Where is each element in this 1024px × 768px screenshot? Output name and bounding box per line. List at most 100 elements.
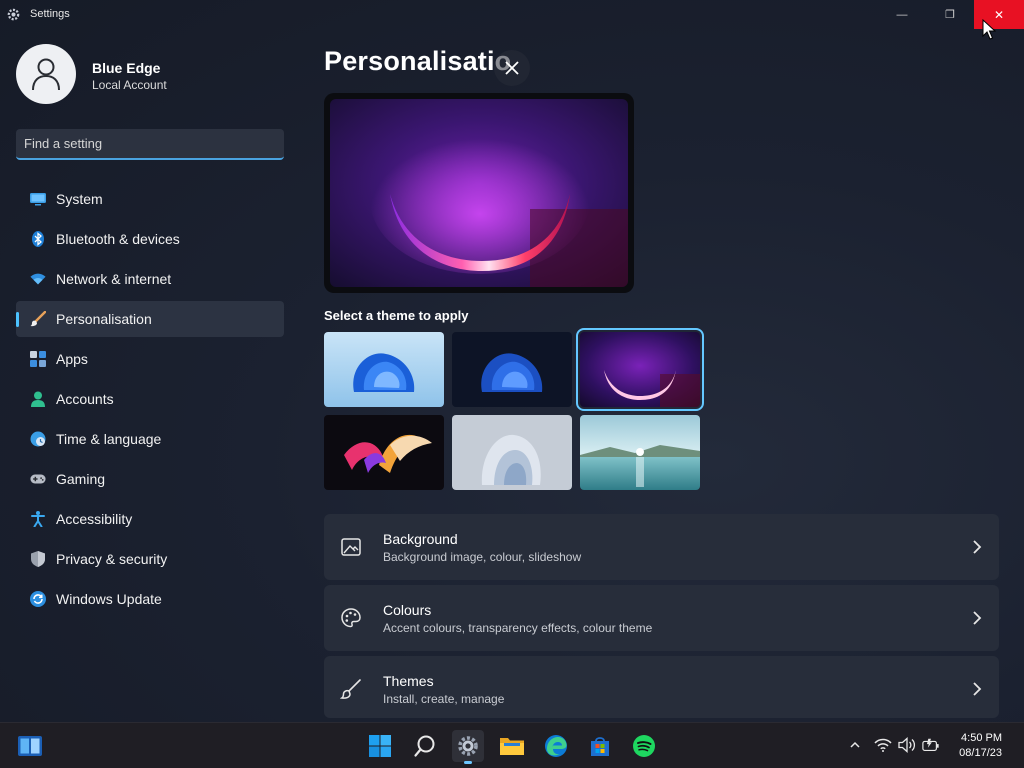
search-input[interactable] (16, 129, 284, 158)
sidebar-item-time-language[interactable]: Time & language (16, 421, 284, 457)
volume-tray-button[interactable] (898, 736, 916, 754)
wifi-icon (874, 738, 892, 752)
search-box (16, 129, 284, 160)
taskbar-search-button[interactable] (409, 730, 441, 762)
battery-icon (922, 738, 939, 751)
sidebar-item-label: Bluetooth & devices (56, 231, 180, 247)
card-title: Themes (383, 673, 434, 689)
widgets-button[interactable] (16, 732, 44, 760)
theme-tile-dark-bloom[interactable] (452, 332, 572, 407)
settings-gear-icon (7, 8, 20, 21)
sidebar-item-apps[interactable]: Apps (16, 341, 284, 377)
settings-gear-icon (458, 736, 478, 756)
sidebar-item-label: Apps (56, 351, 88, 367)
sidebar-nav: System Bluetooth & devices Network & int… (16, 181, 284, 621)
card-subtitle: Accent colours, transparency effects, co… (383, 621, 653, 635)
card-title: Colours (383, 602, 432, 618)
minimize-icon: — (896, 8, 908, 21)
sidebar-item-network[interactable]: Network & internet (16, 261, 284, 297)
sidebar-item-label: Accounts (56, 391, 114, 407)
chevron-right-icon (973, 611, 982, 625)
accessibility-icon (30, 511, 46, 527)
gamepad-icon (30, 471, 46, 487)
network-tray-button[interactable] (874, 736, 892, 754)
volume-icon (898, 737, 916, 753)
theme-preview (324, 93, 634, 293)
sidebar-item-label: Time & language (56, 431, 162, 447)
background-card[interactable]: Background Background image, colour, sli… (324, 514, 999, 580)
page-title: Personalisatio (324, 46, 512, 76)
restore-icon: ❐ (945, 9, 955, 21)
sidebar-item-privacy-security[interactable]: Privacy & security (16, 541, 284, 577)
apps-icon (30, 351, 46, 367)
chevron-right-icon (973, 682, 982, 696)
bluetooth-icon (30, 231, 46, 247)
clock-globe-icon (30, 431, 46, 447)
brush-icon (30, 311, 46, 327)
sidebar-item-label: Network & internet (56, 271, 172, 287)
theme-tile-soft-flow[interactable] (452, 415, 572, 490)
system-icon (30, 191, 46, 207)
card-subtitle: Install, create, manage (383, 692, 505, 706)
avatar[interactable] (16, 44, 76, 104)
title-bar: Settings — ❐ ✕ (0, 0, 1024, 30)
card-title: Background (383, 531, 458, 547)
image-icon (341, 538, 361, 556)
taskbar-store-button[interactable] (584, 730, 616, 762)
sidebar-item-personalisation[interactable]: Personalisation (16, 301, 284, 337)
spotify-icon (633, 735, 655, 757)
store-icon (591, 737, 609, 756)
wallpaper-preview-image (330, 99, 628, 287)
theme-tile-captured-motion[interactable] (324, 415, 444, 490)
taskbar-clock[interactable]: 4:50 PM 08/17/23 (959, 731, 1002, 761)
taskbar-start-button[interactable] (364, 730, 396, 762)
theme-section-heading: Select a theme to apply (324, 308, 469, 323)
colours-card[interactable]: Colours Accent colours, transparency eff… (324, 585, 999, 651)
settings-window: Settings — ❐ ✕ Blue Edge Local Account S… (0, 0, 1024, 722)
edge-browser-icon (545, 735, 567, 757)
sidebar-item-bluetooth[interactable]: Bluetooth & devices (16, 221, 284, 257)
shield-icon (30, 551, 46, 567)
maximize-button[interactable]: ❐ (926, 0, 974, 29)
chevron-right-icon (973, 540, 982, 554)
sidebar-item-windows-update[interactable]: Windows Update (16, 581, 284, 617)
close-icon (505, 61, 519, 75)
sidebar-item-label: Accessibility (56, 511, 133, 527)
folder-icon (500, 738, 524, 755)
taskbar-file-explorer-button[interactable] (496, 730, 528, 762)
sidebar-item-label: Privacy & security (56, 551, 168, 567)
taskbar-settings-button[interactable] (452, 730, 484, 764)
brush-icon (340, 679, 361, 699)
clock-time: 4:50 PM (961, 732, 1002, 744)
theme-tile-glow-arc[interactable] (576, 328, 704, 411)
minimize-button[interactable]: — (878, 0, 926, 29)
themes-card[interactable]: Themes Install, create, manage (324, 656, 999, 718)
sidebar-item-accessibility[interactable]: Accessibility (16, 501, 284, 537)
taskbar-spotify-button[interactable] (628, 730, 660, 762)
sidebar-item-label: Personalisation (56, 311, 152, 327)
sidebar-item-system[interactable]: System (16, 181, 284, 217)
window-title: Settings (30, 8, 70, 20)
sidebar-item-gaming[interactable]: Gaming (16, 461, 284, 497)
battery-tray-button[interactable] (922, 736, 940, 754)
card-subtitle: Background image, colour, slideshow (383, 550, 582, 564)
windows-logo-icon (369, 735, 391, 757)
theme-grid (324, 328, 704, 492)
profile-account-type: Local Account (92, 78, 167, 92)
taskbar-edge-button[interactable] (540, 730, 572, 762)
sidebar-item-accounts[interactable]: Accounts (16, 381, 284, 417)
taskbar: 4:50 PM 08/17/23 (0, 722, 1024, 768)
profile-name: Blue Edge (92, 60, 161, 76)
palette-icon (341, 608, 361, 628)
user-icon (32, 58, 60, 91)
search-icon (414, 735, 435, 757)
widgets-icon (18, 736, 42, 756)
theme-tile-light-bloom[interactable] (324, 332, 444, 407)
theme-tile-lake-sunrise[interactable] (580, 415, 700, 490)
sidebar-item-label: Gaming (56, 471, 106, 487)
wifi-icon (30, 271, 46, 287)
clock-date: 08/17/23 (959, 747, 1002, 759)
overlay-close-button[interactable] (494, 50, 530, 86)
show-hidden-icons-button[interactable] (846, 736, 864, 754)
sidebar-item-label: Windows Update (56, 591, 162, 607)
